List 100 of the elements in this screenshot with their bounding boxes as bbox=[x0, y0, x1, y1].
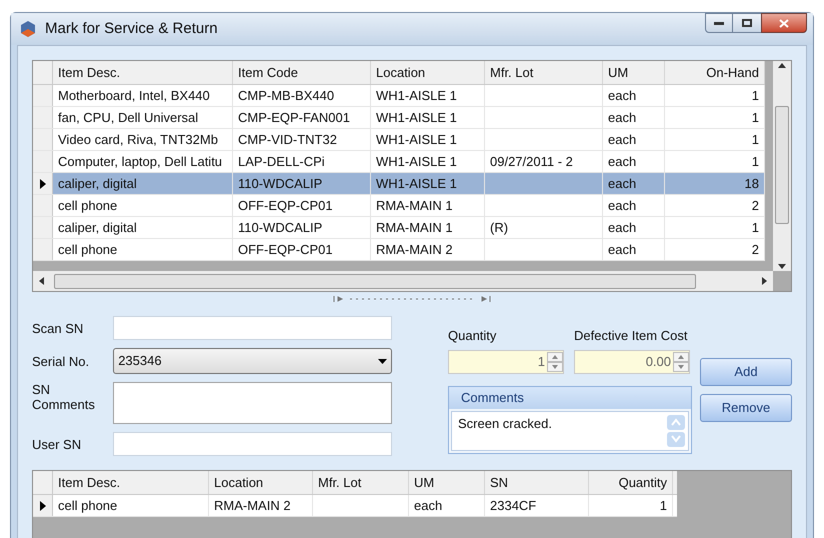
spinner-arrows-icon[interactable] bbox=[547, 352, 563, 372]
table-cell-text: each bbox=[414, 496, 442, 515]
spinner-arrows-icon[interactable] bbox=[673, 352, 689, 372]
column-header[interactable]: Mfr. Lot bbox=[485, 61, 603, 84]
column-header[interactable]: On-Hand bbox=[665, 61, 765, 84]
action-button[interactable]: Add bbox=[700, 358, 792, 386]
table-row[interactable]: Motherboard, Intel, BX440 CMP-MB-BX440 WH1-AISLE 1 each 1 bbox=[33, 85, 765, 107]
close-icon bbox=[779, 18, 789, 28]
scroll-left-icon bbox=[39, 277, 44, 285]
table-cell-text: each bbox=[608, 196, 636, 215]
input-field[interactable] bbox=[113, 382, 392, 424]
table-cell-text: 110-WDCALIP bbox=[238, 174, 322, 193]
table-cell-text: 1 bbox=[752, 130, 759, 149]
table-row[interactable]: caliper, digital 110-WDCALIP RMA-MAIN 1 (R) each 1 bbox=[33, 217, 765, 239]
table-cell-text: WH1-AISLE 1 bbox=[376, 174, 457, 193]
table-cell-text: each bbox=[608, 240, 636, 259]
field-value: 1 bbox=[536, 352, 546, 371]
table-row[interactable]: Computer, laptop, Dell Latitu LAP-DELL-CPi WH1-AISLE 1 09/27/2011 - 2 each 1 bbox=[33, 151, 765, 173]
table-cell-text: OFF-EQP-CP01 bbox=[238, 240, 333, 259]
table-cell-text: 1 bbox=[752, 218, 759, 237]
table-cell-text: each bbox=[608, 108, 636, 127]
panel-title: Comments bbox=[449, 386, 691, 408]
scroll-up-icon bbox=[778, 63, 786, 68]
row-pointer-icon bbox=[40, 178, 46, 188]
table-cell-text: OFF-EQP-CP01 bbox=[238, 196, 333, 215]
window-title: Mark for Service & Return bbox=[45, 18, 218, 39]
vertical-scrollbar[interactable] bbox=[773, 61, 791, 271]
table-cell-text: (R) bbox=[490, 218, 508, 237]
table-cell-text: 18 bbox=[744, 174, 759, 193]
comment-text: Screen cracked. bbox=[457, 414, 553, 432]
column-header[interactable]: Item Desc. bbox=[53, 471, 209, 494]
table-cell-text: 1 bbox=[660, 496, 667, 515]
table-cell-text: RMA-MAIN 1 bbox=[376, 196, 453, 215]
number-field[interactable]: 0.00 bbox=[574, 350, 690, 374]
table-row[interactable]: cell phone OFF-EQP-CP01 RMA-MAIN 2 each 2 bbox=[33, 239, 765, 261]
field-label: User SN bbox=[32, 436, 82, 452]
column-header[interactable]: Item Code bbox=[233, 61, 371, 84]
table-cell-text: CMP-VID-TNT32 bbox=[238, 130, 337, 149]
table-cell-text: fan, CPU, Dell Universal bbox=[58, 108, 198, 127]
table-cell-text: WH1-AISLE 1 bbox=[376, 152, 457, 171]
field-label: Scan SN bbox=[32, 320, 84, 336]
field-label: Quantity bbox=[448, 327, 498, 345]
table-cell-text: cell phone bbox=[58, 196, 118, 215]
table-cell-text: each bbox=[608, 152, 636, 171]
table-cell-text: 2 bbox=[752, 196, 759, 215]
maximize-button[interactable] bbox=[733, 13, 761, 33]
column-header[interactable]: Item Desc. bbox=[53, 61, 233, 84]
table-cell-text: cell phone bbox=[58, 240, 118, 259]
maximize-icon bbox=[742, 19, 752, 27]
field-label: Serial No. bbox=[32, 354, 90, 368]
field-label: Defective Item Cost bbox=[574, 327, 688, 345]
row-pointer-icon bbox=[40, 500, 46, 510]
column-header[interactable]: UM bbox=[603, 61, 665, 84]
table-cell-text: caliper, digital bbox=[58, 218, 137, 237]
action-button[interactable]: Remove bbox=[700, 394, 792, 422]
input-field[interactable] bbox=[113, 432, 392, 456]
table-cell-text: each bbox=[608, 130, 636, 149]
column-header[interactable]: Quantity bbox=[589, 471, 673, 494]
scroll-down-icon bbox=[778, 264, 786, 269]
table-cell-text: 2 bbox=[752, 240, 759, 259]
table-cell-text: 2334CF bbox=[490, 496, 536, 515]
table-cell-text: Motherboard, Intel, BX440 bbox=[58, 86, 210, 105]
table-cell-text: CMP-EQP-FAN001 bbox=[238, 108, 350, 127]
table-cell-text: RMA-MAIN 2 bbox=[376, 240, 453, 259]
minimize-icon bbox=[714, 22, 724, 24]
splitter-grip-icon[interactable] bbox=[332, 295, 492, 303]
table-cell-text: WH1-AISLE 1 bbox=[376, 130, 457, 149]
table-row[interactable]: cell phone RMA-MAIN 2 each 2334CF 1 bbox=[33, 495, 677, 517]
table-row[interactable]: Video card, Riva, TNT32Mb CMP-VID-TNT32 WH1-AISLE 1 each 1 bbox=[33, 129, 765, 151]
table-cell-text: cell phone bbox=[58, 496, 118, 515]
close-button[interactable] bbox=[761, 13, 807, 33]
table-cell-text: each bbox=[608, 174, 636, 193]
table-cell-text: Computer, laptop, Dell Latitu bbox=[58, 152, 222, 171]
table-cell-text: RMA-MAIN 1 bbox=[376, 218, 453, 237]
horizontal-scrollbar[interactable] bbox=[33, 271, 773, 291]
field-value: 0.00 bbox=[644, 352, 672, 371]
app-logo-icon bbox=[19, 20, 37, 38]
minimize-button[interactable] bbox=[705, 13, 733, 33]
table-cell-text: 1 bbox=[752, 152, 759, 171]
number-field[interactable]: 1 bbox=[448, 350, 564, 374]
table-cell-text: Video card, Riva, TNT32Mb bbox=[58, 130, 218, 149]
caret-icon bbox=[378, 358, 387, 364]
scroll-right-icon bbox=[762, 277, 767, 285]
table-cell-text: CMP-MB-BX440 bbox=[238, 86, 334, 105]
column-header[interactable]: Location bbox=[209, 471, 313, 494]
table-cell-text: 110-WDCALIP bbox=[238, 218, 322, 237]
table-cell-text: 1 bbox=[752, 108, 759, 127]
table-row[interactable]: caliper, digital 110-WDCALIP WH1-AISLE 1 each 18 bbox=[33, 173, 765, 195]
column-header[interactable]: UM bbox=[409, 471, 485, 494]
table-cell-text: each bbox=[608, 218, 636, 237]
table-row[interactable]: cell phone OFF-EQP-CP01 RMA-MAIN 1 each 2 bbox=[33, 195, 765, 217]
column-header[interactable]: Mfr. Lot bbox=[313, 471, 409, 494]
column-header[interactable]: SN bbox=[485, 471, 589, 494]
table-row[interactable]: fan, CPU, Dell Universal CMP-EQP-FAN001 WH1-AISLE 1 each 1 bbox=[33, 107, 765, 129]
input-field[interactable] bbox=[113, 316, 392, 340]
dropdown[interactable]: 235346 bbox=[113, 348, 392, 374]
table-cell-text: LAP-DELL-CPi bbox=[238, 152, 325, 171]
column-header[interactable]: Location bbox=[371, 61, 485, 84]
table-cell-text: WH1-AISLE 1 bbox=[376, 108, 457, 127]
table-cell-text: 1 bbox=[752, 86, 759, 105]
